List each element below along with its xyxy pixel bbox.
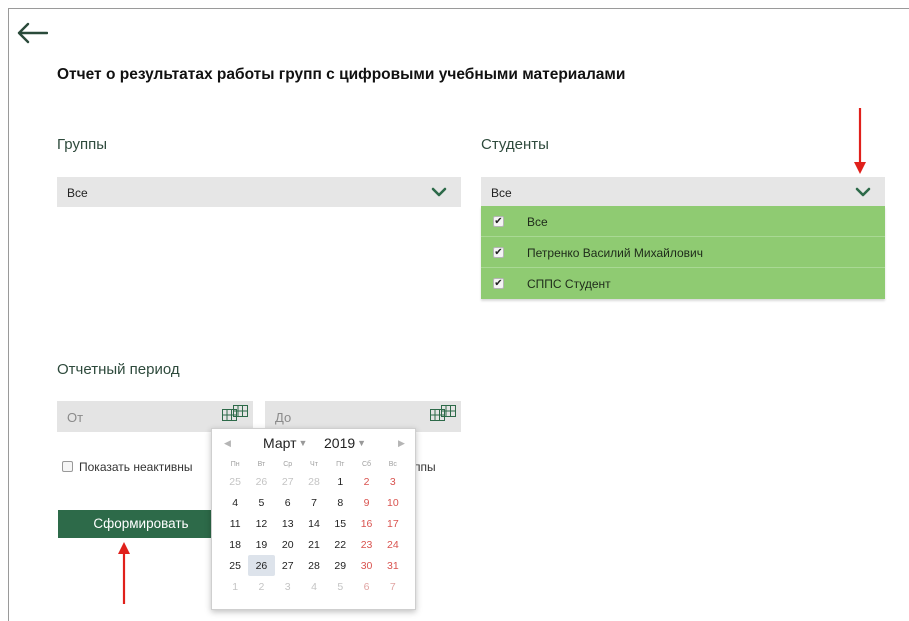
back-arrow-icon[interactable] bbox=[16, 22, 48, 44]
calendar-day[interactable]: 16 bbox=[353, 513, 379, 534]
calendar-day[interactable]: 29 bbox=[327, 555, 353, 576]
weekday-label: Сб bbox=[362, 461, 372, 468]
students-label: Студенты bbox=[481, 136, 549, 153]
calendar-day[interactable]: 13 bbox=[275, 513, 301, 534]
caret-down-icon: ▼ bbox=[357, 438, 367, 448]
calendar-day[interactable]: 30 bbox=[353, 555, 379, 576]
calendar-day[interactable]: 9 bbox=[353, 492, 379, 513]
calendar-day[interactable]: 10 bbox=[380, 492, 406, 513]
weekday-label: Пн bbox=[230, 461, 240, 468]
calendar-week: 25 26 27 28 29 30 31 bbox=[222, 555, 406, 576]
calendar-day[interactable]: 1 bbox=[222, 576, 248, 597]
period-label: Отчетный период bbox=[57, 361, 180, 378]
show-inactive-checkbox[interactable] bbox=[62, 461, 73, 472]
calendar-day[interactable]: 20 bbox=[275, 534, 301, 555]
calendar-day[interactable]: 6 bbox=[353, 576, 379, 597]
calendar-day[interactable]: 3 bbox=[380, 471, 406, 492]
calendar-day[interactable]: 6 bbox=[275, 492, 301, 513]
weekday-label: Ср bbox=[283, 461, 293, 468]
option-label: Петренко Василий Михайлович bbox=[527, 246, 703, 260]
calendar-header: ◀ Март ▼ 2019 ▼ ▶ bbox=[212, 435, 415, 455]
calendar-grid: Пн Вт Ср Чт Пт Сб Вс 25 26 27 28 1 2 3 4 5 6 7 8 9 10 11 12 13 1… bbox=[222, 459, 406, 597]
groups-select-value: Все bbox=[67, 186, 88, 200]
calendar-day[interactable]: 2 bbox=[353, 471, 379, 492]
annotation-arrow-icon bbox=[854, 108, 866, 174]
groups-select[interactable]: Все bbox=[57, 177, 461, 207]
calendar-day[interactable]: 25 bbox=[222, 471, 248, 492]
calendar-day[interactable]: 21 bbox=[301, 534, 327, 555]
calendar-day[interactable]: 31 bbox=[380, 555, 406, 576]
groups-label: Группы bbox=[57, 136, 107, 153]
calendar-day[interactable]: 25 bbox=[222, 555, 248, 576]
generate-report-button[interactable]: Сформировать bbox=[58, 510, 224, 538]
annotation-arrow-icon bbox=[118, 542, 130, 604]
page-title: Отчет о результатах работы групп с цифро… bbox=[57, 66, 626, 83]
date-from-placeholder: От bbox=[67, 410, 84, 425]
students-dropdown: ✔ Все ✔ Петренко Василий Михайлович ✔ СП… bbox=[481, 206, 885, 299]
calendar-day[interactable]: 8 bbox=[327, 492, 353, 513]
month-select[interactable]: Март ▼ bbox=[263, 435, 307, 451]
calendar-day[interactable]: 23 bbox=[353, 534, 379, 555]
weekday-header: Пн Вт Ср Чт Пт Сб Вс bbox=[222, 459, 406, 471]
calendar-day[interactable]: 19 bbox=[248, 534, 274, 555]
calendar-day[interactable]: 18 bbox=[222, 534, 248, 555]
calendar-icon[interactable] bbox=[221, 404, 249, 422]
calendar-week: 1234567 bbox=[222, 576, 406, 597]
calendar-day[interactable]: 11 bbox=[222, 513, 248, 534]
calendar-day[interactable]: 15 bbox=[327, 513, 353, 534]
date-picker-popup: ◀ Март ▼ 2019 ▼ ▶ Пн Вт Ср Чт Пт Сб Вс 25 26 27 28 1 2… bbox=[211, 428, 416, 610]
next-month-icon[interactable]: ▶ bbox=[398, 438, 405, 449]
calendar-day[interactable]: 28 bbox=[301, 471, 327, 492]
calendar-day[interactable]: 2 bbox=[248, 576, 274, 597]
students-select-value: Все bbox=[491, 186, 512, 200]
calendar-week: 18 19 20 21 22 23 24 bbox=[222, 534, 406, 555]
option-label: Все bbox=[527, 215, 548, 229]
calendar-day[interactable]: 27 bbox=[275, 555, 301, 576]
calendar-week: 4 5 6 7 8 9 10 bbox=[222, 492, 406, 513]
year-select[interactable]: 2019 ▼ bbox=[324, 435, 366, 451]
show-inactive-label-end: ппы bbox=[414, 460, 436, 474]
calendar-day[interactable]: 1 bbox=[327, 471, 353, 492]
prev-month-icon[interactable]: ◀ bbox=[224, 438, 231, 449]
calendar-day[interactable]: 5 bbox=[248, 492, 274, 513]
weekday-label: Вт bbox=[257, 461, 266, 468]
checkbox-checked-icon[interactable]: ✔ bbox=[493, 278, 504, 289]
calendar-day[interactable]: 26 bbox=[248, 471, 274, 492]
calendar-day[interactable]: 22 bbox=[327, 534, 353, 555]
month-label: Март bbox=[263, 435, 297, 451]
show-inactive-label: Показать неактивны bbox=[79, 460, 193, 474]
calendar-day[interactable]: 7 bbox=[380, 576, 406, 597]
calendar-week: 25 26 27 28 1 2 3 bbox=[222, 471, 406, 492]
calendar-icon[interactable] bbox=[429, 404, 457, 422]
weekday-label: Пт bbox=[336, 461, 345, 468]
checkbox-checked-icon[interactable]: ✔ bbox=[493, 247, 504, 258]
chevron-down-icon bbox=[431, 187, 447, 197]
students-option-all[interactable]: ✔ Все bbox=[481, 206, 885, 237]
calendar-day[interactable]: 27 bbox=[275, 471, 301, 492]
caret-down-icon: ▼ bbox=[298, 438, 308, 448]
weekday-label: Вс bbox=[388, 461, 397, 468]
calendar-week: 11 12 13 14 15 16 17 bbox=[222, 513, 406, 534]
calendar-day[interactable]: 17 bbox=[380, 513, 406, 534]
students-option-petrenko[interactable]: ✔ Петренко Василий Михайлович bbox=[481, 237, 885, 268]
show-inactive-option: Показать неактивны bbox=[62, 460, 193, 474]
calendar-day[interactable]: 28 bbox=[301, 555, 327, 576]
calendar-day[interactable]: 24 bbox=[380, 534, 406, 555]
chevron-down-icon bbox=[855, 187, 871, 197]
calendar-day[interactable]: 5 bbox=[327, 576, 353, 597]
students-select[interactable]: Все bbox=[481, 177, 885, 207]
date-to-placeholder: До bbox=[275, 410, 292, 425]
calendar-day[interactable]: 4 bbox=[222, 492, 248, 513]
weekday-label: Чт bbox=[310, 461, 318, 468]
calendar-day[interactable]: 3 bbox=[275, 576, 301, 597]
option-label: СППС Студент bbox=[527, 277, 611, 291]
calendar-day[interactable]: 7 bbox=[301, 492, 327, 513]
calendar-day-today[interactable]: 26 bbox=[248, 555, 275, 576]
calendar-day[interactable]: 4 bbox=[301, 576, 327, 597]
year-label: 2019 bbox=[324, 435, 356, 451]
calendar-day[interactable]: 12 bbox=[248, 513, 274, 534]
students-option-spps[interactable]: ✔ СППС Студент bbox=[481, 268, 885, 299]
calendar-day[interactable]: 14 bbox=[301, 513, 327, 534]
checkbox-checked-icon[interactable]: ✔ bbox=[493, 216, 504, 227]
